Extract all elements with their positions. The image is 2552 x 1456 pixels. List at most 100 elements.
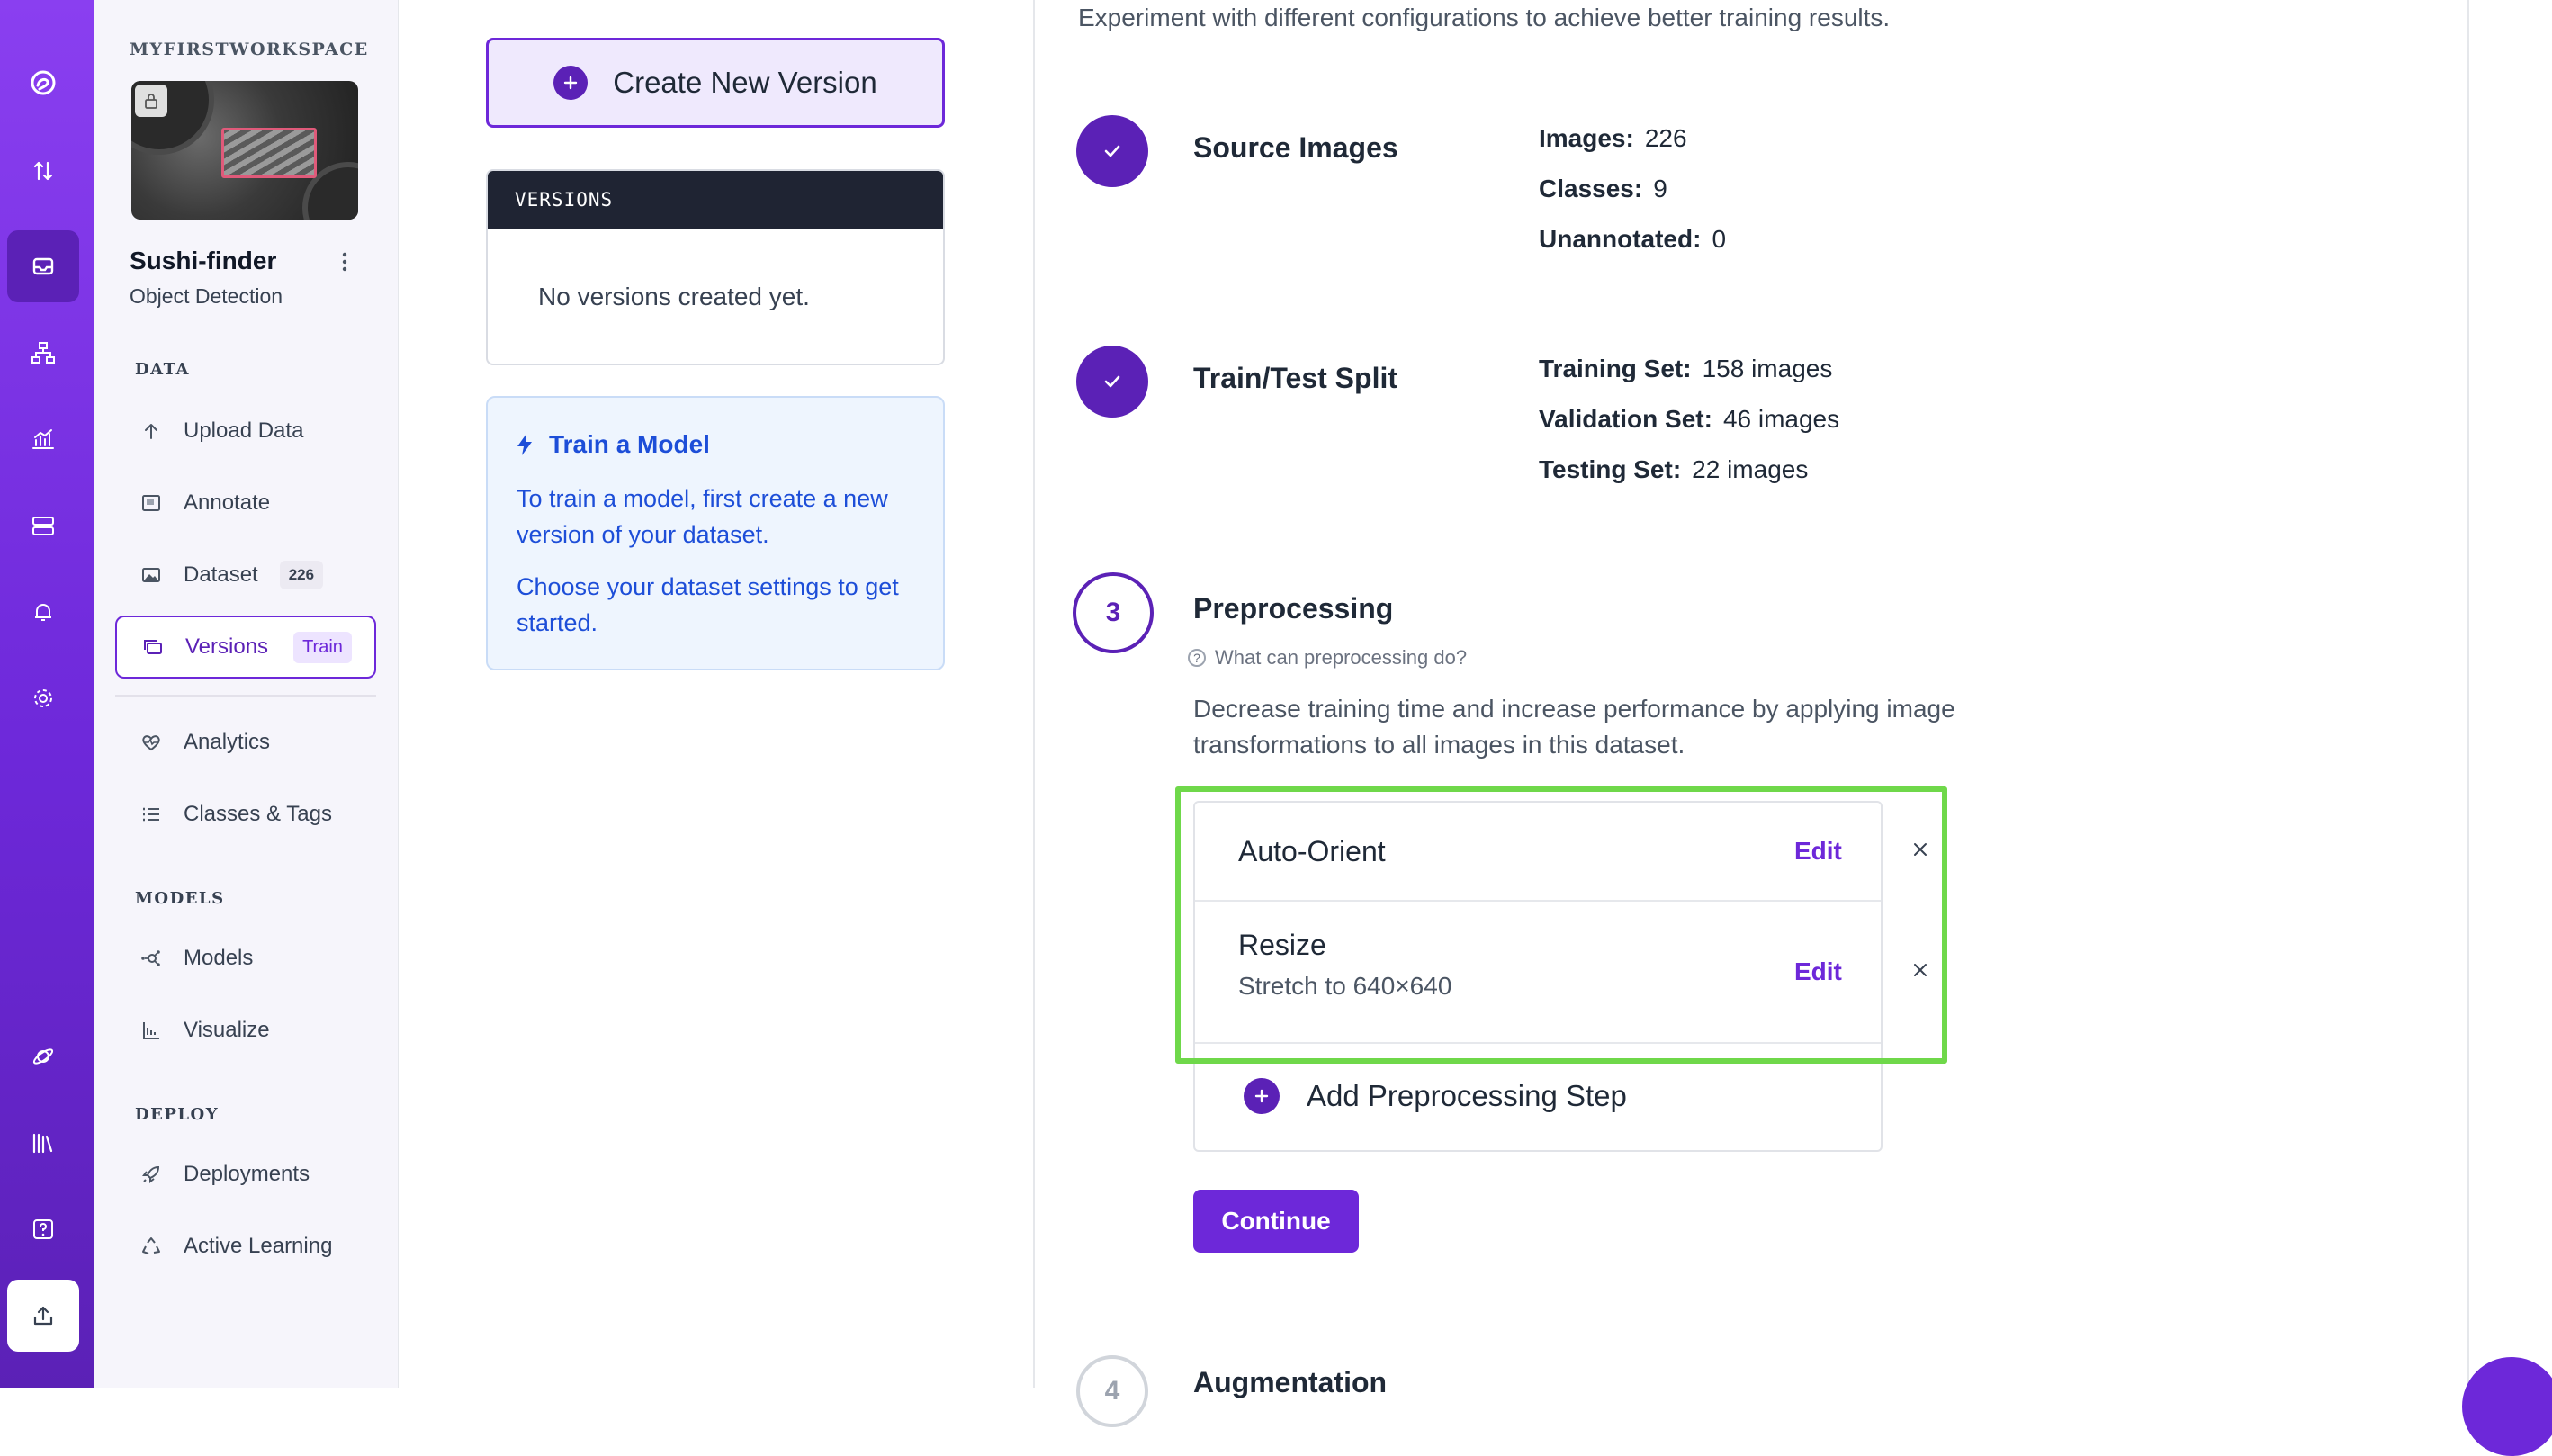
preprocessing-item-auto-orient: Auto-Orient Edit bbox=[1195, 803, 1881, 902]
project-thumbnail[interactable] bbox=[131, 81, 358, 220]
edit-auto-orient-button[interactable]: Edit bbox=[1794, 837, 1842, 866]
remove-auto-orient-close-icon[interactable] bbox=[1908, 837, 1933, 862]
sidebar-item-label: Dataset bbox=[184, 562, 258, 587]
models-icon bbox=[139, 946, 164, 971]
sidebar-item-deployments[interactable]: Deployments bbox=[115, 1143, 376, 1206]
sidebar-item-visualize[interactable]: Visualize bbox=[115, 999, 376, 1062]
stat-images: Images: 226 bbox=[1539, 124, 1687, 152]
kebab-menu-icon[interactable] bbox=[331, 248, 358, 275]
train-model-text: To train a model, first create a new ver… bbox=[517, 485, 888, 548]
intro-text: Experiment with different configurations… bbox=[1078, 4, 1891, 31]
sidebar-item-label: Upload Data bbox=[184, 418, 304, 443]
visualize-icon bbox=[139, 1018, 164, 1043]
stat-classes: Classes: 9 bbox=[1539, 175, 1667, 202]
project-type: Object Detection bbox=[130, 284, 283, 308]
train-model-title: Train a Model bbox=[515, 430, 710, 459]
remove-resize-close-icon[interactable] bbox=[1908, 957, 1933, 983]
sidebar-item-label: Visualize bbox=[184, 1018, 270, 1042]
train-badge: Train bbox=[293, 631, 352, 663]
stat-unannotated: Unannotated: 0 bbox=[1539, 225, 1727, 253]
preprocessing-item-resize: Resize Stretch to 640×640 Edit bbox=[1195, 900, 1881, 1044]
versions-icon bbox=[140, 634, 166, 660]
sidebar-item-label: Deployments bbox=[184, 1162, 310, 1186]
sidebar-item-models[interactable]: Models bbox=[115, 927, 376, 990]
create-new-version-label: Create New Version bbox=[613, 66, 877, 99]
preprocessing-description: Decrease training time and increase perf… bbox=[1193, 695, 1955, 759]
help-icon[interactable] bbox=[7, 1193, 79, 1265]
versions-empty-text: No versions created yet. bbox=[538, 283, 810, 310]
workflow-icon[interactable] bbox=[7, 317, 79, 389]
sidebar-item-active-learning[interactable]: Active Learning bbox=[115, 1215, 376, 1278]
dataset-icon bbox=[139, 562, 164, 588]
dataset-count-badge: 226 bbox=[279, 561, 324, 589]
column-divider bbox=[1033, 0, 1035, 1388]
analytics-icon bbox=[139, 730, 164, 755]
inbox-icon[interactable] bbox=[7, 230, 79, 302]
step-title-preprocessing: Preprocessing bbox=[1193, 592, 1394, 625]
classes-icon bbox=[139, 802, 164, 827]
edit-resize-button[interactable]: Edit bbox=[1794, 957, 1842, 986]
chat-widget-button[interactable] bbox=[2462, 1357, 2552, 1456]
stat-testing-set: Testing Set: 22 images bbox=[1539, 455, 1809, 483]
question-icon: ? bbox=[1188, 649, 1206, 667]
planet-icon[interactable] bbox=[7, 1020, 79, 1092]
train-model-card: Train a Model To train a model, first cr… bbox=[486, 396, 945, 670]
sidebar-item-dataset[interactable]: Dataset 226 bbox=[115, 544, 376, 607]
lock-icon bbox=[135, 85, 167, 117]
column-divider-right bbox=[2467, 0, 2469, 1388]
preprocessing-steps-card: Auto-Orient Edit Resize Stretch to 640×6… bbox=[1193, 801, 1883, 1152]
step-complete-icon bbox=[1076, 346, 1148, 418]
preprocessing-item-detail: Stretch to 640×640 bbox=[1238, 972, 1452, 1000]
section-label-data: DATA bbox=[135, 360, 190, 379]
logo-icon[interactable] bbox=[7, 47, 79, 119]
workspace-name[interactable]: MYFIRSTWORKSPACE bbox=[130, 40, 369, 59]
sidebar-item-classes-tags[interactable]: Classes & Tags bbox=[115, 783, 376, 846]
project-name: Sushi-finder bbox=[130, 247, 277, 274]
transfer-icon[interactable] bbox=[7, 135, 79, 207]
project-sidebar: MYFIRSTWORKSPACE Sushi-finder Object Det… bbox=[94, 0, 399, 1388]
preprocessing-item-name: Resize bbox=[1238, 929, 1326, 961]
sidebar-item-label: Models bbox=[184, 946, 254, 970]
chart-icon[interactable] bbox=[7, 403, 79, 475]
server-icon[interactable] bbox=[7, 490, 79, 562]
sidebar-item-upload-data[interactable]: Upload Data bbox=[115, 400, 376, 463]
upload-icon[interactable] bbox=[7, 1280, 79, 1352]
preprocessing-help-link[interactable]: ? What can preprocessing do? bbox=[1188, 646, 1467, 670]
continue-button[interactable]: Continue bbox=[1193, 1190, 1359, 1253]
step-number-4: 4 bbox=[1076, 1355, 1148, 1427]
step-title-source-images[interactable]: Source Images bbox=[1193, 131, 1398, 165]
sidebar-item-versions[interactable]: Versions Train bbox=[115, 616, 376, 679]
annotate-icon bbox=[139, 490, 164, 516]
stat-validation-set: Validation Set: 46 images bbox=[1539, 405, 1840, 433]
upload-icon bbox=[139, 418, 164, 444]
plus-icon bbox=[553, 66, 589, 100]
versions-list: VERSIONS No versions created yet. bbox=[486, 169, 945, 365]
sidebar-item-analytics[interactable]: Analytics bbox=[115, 711, 376, 774]
sidebar-item-label: Active Learning bbox=[184, 1234, 333, 1258]
add-preprocessing-step-button[interactable]: Add Preprocessing Step bbox=[1244, 1078, 1627, 1114]
library-icon[interactable] bbox=[7, 1107, 79, 1179]
sidebar-item-label: Classes & Tags bbox=[184, 802, 332, 826]
section-label-deploy: DEPLOY bbox=[135, 1105, 220, 1124]
sidebar-item-annotate[interactable]: Annotate bbox=[115, 472, 376, 535]
lightning-icon bbox=[515, 432, 535, 457]
section-label-models: MODELS bbox=[135, 889, 225, 908]
step-title-augmentation[interactable]: Augmentation bbox=[1193, 1366, 1387, 1399]
bell-icon[interactable] bbox=[7, 576, 79, 648]
app-rail bbox=[0, 0, 94, 1388]
sidebar-item-label: Analytics bbox=[184, 730, 271, 754]
stat-training-set: Training Set: 158 images bbox=[1539, 355, 1833, 382]
rocket-icon bbox=[139, 1162, 164, 1187]
recycle-icon bbox=[139, 1234, 164, 1259]
gear-icon[interactable] bbox=[7, 662, 79, 734]
sidebar-item-label: Versions bbox=[185, 634, 269, 659]
train-model-text-2: Choose your dataset settings to get star… bbox=[517, 573, 899, 636]
step-complete-icon bbox=[1076, 115, 1148, 187]
plus-icon bbox=[1244, 1078, 1280, 1114]
step-number-3: 3 bbox=[1073, 572, 1154, 653]
step-title-train-test-split[interactable]: Train/Test Split bbox=[1193, 362, 1397, 395]
sidebar-item-label: Annotate bbox=[184, 490, 271, 515]
versions-header: VERSIONS bbox=[488, 171, 943, 229]
sidebar-divider bbox=[115, 695, 376, 697]
create-new-version-button[interactable]: Create New Version bbox=[486, 38, 945, 128]
